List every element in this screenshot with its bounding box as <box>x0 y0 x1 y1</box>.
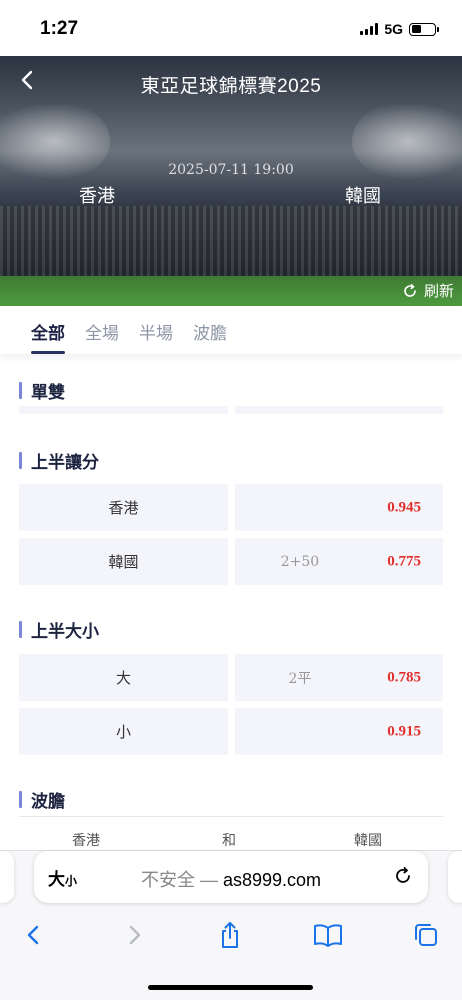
share-icon <box>222 922 238 948</box>
page-title: 東亞足球錦標賽2025 <box>140 76 322 97</box>
share-button[interactable] <box>212 917 248 953</box>
handicap-team-away[interactable]: 韓國 <box>19 538 228 585</box>
home-team-name: 香港 <box>79 186 115 206</box>
odds-value: 0.945 <box>387 499 421 515</box>
odds-value: 0.775 <box>387 553 421 569</box>
odd-even-cell-right[interactable] <box>235 406 443 414</box>
bet-type-tabs: 全部 全場 半場 波膽 <box>0 306 462 354</box>
handicap-odds-home[interactable]: 0.945 <box>235 484 443 531</box>
divider <box>19 816 443 817</box>
over-under-over[interactable]: 大 <box>19 654 228 701</box>
bookmarks-button[interactable] <box>310 917 346 953</box>
browser-forward-button[interactable] <box>116 917 152 953</box>
stadium-stands <box>0 206 462 281</box>
browser-back-button[interactable] <box>16 917 52 953</box>
match-header: 東亞足球錦標賽2025 2025-07-11 19:00 香港 韓國 刷新 <box>0 56 462 306</box>
section-title-odd-even: 單雙 <box>19 378 65 403</box>
section-title-correct-score: 波膽 <box>19 787 65 812</box>
section-title-first-half-over-under: 上半大小 <box>19 617 99 642</box>
prev-tab-peek[interactable] <box>0 851 14 903</box>
signal-icon <box>360 23 379 35</box>
refresh-button[interactable]: 刷新 <box>402 280 454 301</box>
away-team-name: 韓國 <box>345 186 381 206</box>
tab-all[interactable]: 全部 <box>31 306 65 354</box>
over-under-under[interactable]: 小 <box>19 708 228 755</box>
address-bar[interactable]: 大小 不安全 — as8999.com <box>34 851 428 903</box>
battery-icon <box>409 22 439 36</box>
browser-chrome: 大小 不安全 — as8999.com <box>0 850 462 1000</box>
tabs-icon <box>415 924 437 946</box>
over-under-line: 2平 <box>288 670 312 687</box>
url-text: as8999.com <box>222 870 322 890</box>
status-indicators: 5G <box>360 21 439 37</box>
odds-list: 單雙 上半讓分 香港 0.945 韓國 2+50 0.775 上半大小 大 2平… <box>0 360 462 850</box>
odd-even-cell-left[interactable] <box>19 406 228 414</box>
section-title-first-half-handicap: 上半讓分 <box>19 448 99 473</box>
tabs-button[interactable] <box>408 917 444 953</box>
stadium-pitch <box>0 276 462 306</box>
handicap-team-home[interactable]: 香港 <box>19 484 228 531</box>
over-under-odds-under[interactable]: 0.915 <box>235 708 443 755</box>
odds-value: 0.785 <box>387 669 421 685</box>
reload-button[interactable] <box>392 865 414 887</box>
correct-score-col-home: 香港 <box>72 832 100 848</box>
refresh-icon <box>404 283 416 297</box>
status-bar: 1:27 5G <box>0 0 462 56</box>
next-tab-peek[interactable] <box>448 851 462 903</box>
odds-value: 0.915 <box>387 723 421 739</box>
insecure-label: 不安全 — <box>140 870 218 890</box>
book-icon <box>314 924 342 947</box>
correct-score-col-away: 韓國 <box>354 832 382 848</box>
chevron-left-icon <box>27 925 39 945</box>
chevron-right-icon <box>129 925 141 945</box>
tab-correct-score[interactable]: 波膽 <box>193 306 227 354</box>
correct-score-col-draw: 和 <box>222 832 236 848</box>
tab-full-time[interactable]: 全場 <box>85 306 119 354</box>
home-indicator <box>148 985 313 990</box>
status-time: 1:27 <box>40 18 79 39</box>
match-time: 2025-07-11 19:00 <box>168 162 294 178</box>
handicap-line: 2+50 <box>280 553 320 570</box>
tab-half-time[interactable]: 半場 <box>139 306 173 354</box>
reload-icon <box>396 867 410 883</box>
network-type: 5G <box>384 21 403 37</box>
url-display[interactable]: 不安全 — as8999.com <box>34 866 428 892</box>
refresh-label: 刷新 <box>423 283 454 300</box>
handicap-odds-away[interactable]: 2+50 0.775 <box>235 538 443 585</box>
over-under-odds-over[interactable]: 2平 0.785 <box>235 654 443 701</box>
browser-toolbar <box>0 917 462 953</box>
